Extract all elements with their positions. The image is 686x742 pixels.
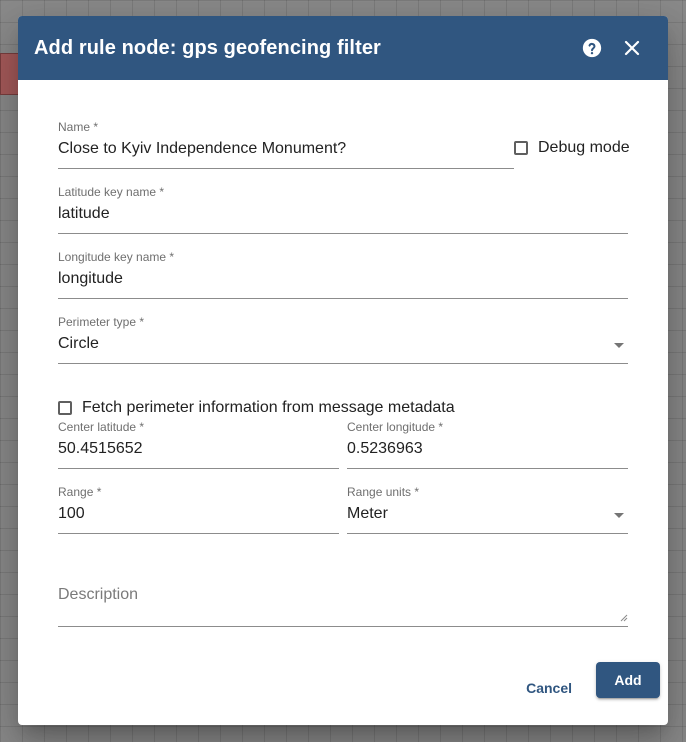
debug-mode-label: Debug mode (538, 139, 630, 156)
range-label: Range * (58, 485, 102, 499)
description-textarea[interactable]: Description (58, 582, 628, 628)
perimeter-type-value[interactable]: Circle (58, 335, 99, 353)
debug-mode-box[interactable] (514, 141, 528, 155)
latitude-key-label: Latitude key name * (58, 185, 165, 199)
dialog-title: Add rule node: gps geofencing filter (34, 36, 381, 59)
name-label: Name * (58, 120, 99, 134)
resize-handle-icon[interactable] (620, 614, 628, 622)
name-underline (58, 168, 514, 169)
help-button[interactable] (572, 28, 612, 68)
perimeter-type-select[interactable]: Perimeter type * Circle (58, 315, 628, 365)
range-input[interactable]: 100 (58, 505, 85, 523)
latitude-key-field[interactable]: Latitude key name * latitude (58, 185, 628, 235)
center-latitude-field[interactable]: Center latitude * 50.4515652 (58, 420, 339, 470)
help-circle-icon (582, 38, 602, 58)
close-icon (624, 40, 640, 56)
range-units-underline (347, 533, 628, 534)
center-longitude-input[interactable]: 0.5236963 (347, 440, 423, 458)
fetch-metadata-label: Fetch perimeter information from message… (82, 399, 455, 416)
cancel-button[interactable]: Cancel (514, 670, 584, 706)
perimeter-type-underline (58, 363, 628, 364)
range-units-select[interactable]: Range units * Meter (347, 485, 628, 535)
longitude-key-label: Longitude key name * (58, 250, 175, 264)
add-button[interactable]: Add (596, 662, 660, 698)
range-underline (58, 533, 339, 534)
fetch-metadata-checkbox[interactable]: Fetch perimeter information from message… (58, 399, 455, 417)
center-longitude-label: Center longitude * (347, 420, 444, 434)
center-latitude-underline (58, 468, 339, 469)
center-latitude-input[interactable]: 50.4515652 (58, 440, 143, 458)
longitude-key-input[interactable]: longitude (58, 270, 123, 288)
range-units-label: Range units * (347, 485, 420, 499)
longitude-key-field[interactable]: Longitude key name * longitude (58, 250, 628, 300)
dropdown-arrow-icon[interactable] (614, 513, 624, 518)
latitude-key-underline (58, 233, 628, 234)
range-units-value[interactable]: Meter (347, 505, 388, 523)
name-input[interactable]: Close to Kyiv Independence Monument? (58, 140, 346, 158)
dialog-toolbar: Add rule node: gps geofencing filter (18, 16, 668, 80)
dialog-actions: Cancel Add (18, 661, 668, 725)
center-longitude-field[interactable]: Center longitude * 0.5236963 (347, 420, 628, 470)
debug-mode-checkbox[interactable]: Debug mode (514, 139, 630, 157)
dropdown-arrow-icon[interactable] (614, 343, 624, 348)
close-button[interactable] (612, 28, 652, 68)
add-rule-node-dialog: Add rule node: gps geofencing filter Nam… (18, 16, 668, 725)
fetch-metadata-box[interactable] (58, 401, 72, 415)
latitude-key-input[interactable]: latitude (58, 205, 110, 223)
range-field[interactable]: Range * 100 (58, 485, 339, 535)
center-longitude-underline (347, 468, 628, 469)
name-field[interactable]: Name * Close to Kyiv Independence Monume… (58, 120, 514, 170)
description-underline (58, 626, 628, 627)
perimeter-type-label: Perimeter type * (58, 315, 145, 329)
longitude-key-underline (58, 298, 628, 299)
description-placeholder: Description (58, 586, 139, 603)
center-latitude-label: Center latitude * (58, 420, 145, 434)
